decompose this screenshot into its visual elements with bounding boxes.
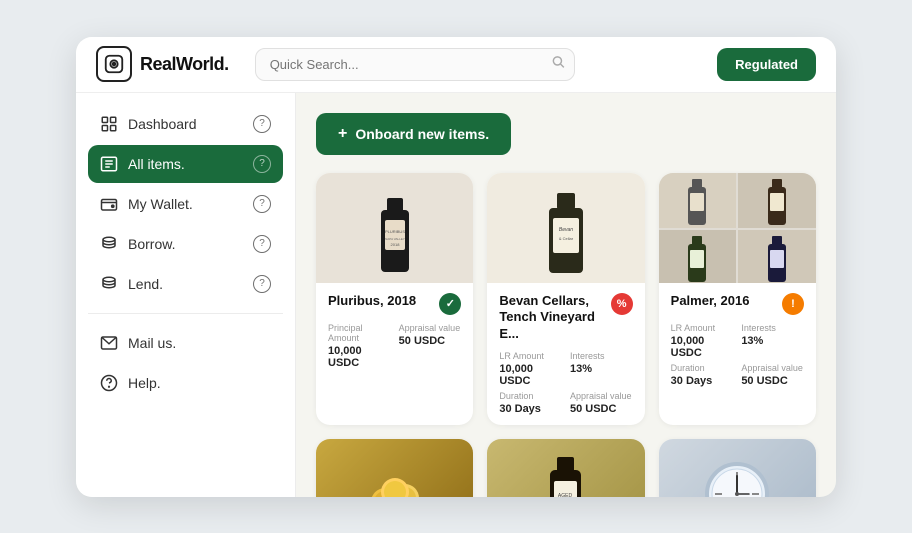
sidebar-item-my-wallet[interactable]: My Wallet. ? bbox=[88, 185, 283, 223]
duration-value: 30 Days bbox=[499, 403, 562, 415]
appraisal-value: 50 USDC bbox=[570, 403, 633, 415]
card-meta: Principal Amount 10,000 USDC Appraisal v… bbox=[328, 323, 461, 369]
duration-value: 30 Days bbox=[671, 375, 734, 387]
all-items-help-icon: ? bbox=[253, 155, 271, 173]
item-card-bevan[interactable]: Bevan & Cellar Bevan Cellars, Tench Vine… bbox=[487, 173, 644, 426]
svg-text:Bevan: Bevan bbox=[559, 227, 573, 233]
card-image-palmer bbox=[659, 173, 816, 283]
svg-text:PLURIBUS: PLURIBUS bbox=[385, 229, 405, 234]
sidebar: Dashboard ? All items. ? bbox=[76, 93, 296, 497]
duration-label: Duration bbox=[671, 363, 734, 373]
card-image-pluribus: PLURIBUS NAPA VALLEY 2018 bbox=[316, 173, 473, 283]
appraisal-label: Appraisal value bbox=[570, 391, 633, 401]
interests-label: Interests bbox=[741, 323, 804, 333]
appraisal-label: Appraisal value bbox=[741, 363, 804, 373]
appraisal-value: 50 USDC bbox=[741, 375, 804, 387]
sidebar-item-help[interactable]: Help. bbox=[88, 364, 283, 402]
sidebar-item-label: Help. bbox=[128, 375, 161, 391]
top-bar: RealWorld. Regulated bbox=[76, 37, 836, 93]
main-content: Dashboard ? All items. ? bbox=[76, 93, 836, 497]
svg-text:& Cellar: & Cellar bbox=[559, 236, 574, 241]
borrow-icon bbox=[100, 235, 118, 253]
status-badge-red: % bbox=[611, 293, 633, 315]
appraisal-value: 50 USDC bbox=[399, 335, 462, 347]
item-card-watch[interactable] bbox=[659, 439, 816, 496]
dashboard-help-icon: ? bbox=[253, 115, 271, 133]
lr-value: 10,000 USDC bbox=[499, 363, 562, 387]
svg-text:AGED: AGED bbox=[558, 493, 573, 497]
borrow-help-icon: ? bbox=[253, 235, 271, 253]
sidebar-item-dashboard[interactable]: Dashboard ? bbox=[88, 105, 283, 143]
bevan-bottle-svg: Bevan & Cellar bbox=[531, 178, 601, 278]
all-items-icon bbox=[100, 155, 118, 173]
lr-value: 10,000 USDC bbox=[671, 335, 734, 359]
principal-label: Principal Amount bbox=[328, 323, 391, 343]
sidebar-item-label: Borrow. bbox=[128, 236, 175, 252]
sidebar-item-label: My Wallet. bbox=[128, 196, 193, 212]
item-card-spirits[interactable]: AGED SPIRITS bbox=[487, 439, 644, 496]
lend-icon bbox=[100, 275, 118, 293]
sidebar-item-label: Lend. bbox=[128, 276, 163, 292]
status-badge-orange: ! bbox=[782, 293, 804, 315]
plus-icon: + bbox=[338, 125, 347, 143]
item-card-palmer[interactable]: Palmer, 2016 ! LR Amount 10,000 USDC Int… bbox=[659, 173, 816, 426]
mail-icon bbox=[100, 334, 118, 352]
principal-value: 10,000 USDC bbox=[328, 345, 391, 369]
app-window: RealWorld. Regulated bbox=[76, 37, 836, 497]
card-meta: LR Amount 10,000 USDC Interests 13% Dura… bbox=[671, 323, 804, 387]
card-body-bevan: Bevan Cellars, Tench Vineyard E... % LR … bbox=[487, 283, 644, 426]
search-input[interactable] bbox=[255, 48, 575, 81]
interests-label: Interests bbox=[570, 351, 633, 361]
logo-icon bbox=[96, 46, 132, 82]
card-image-watch bbox=[659, 439, 816, 496]
search-icon bbox=[551, 55, 565, 74]
item-card-gold[interactable] bbox=[316, 439, 473, 496]
svg-text:NAPA VALLEY: NAPA VALLEY bbox=[385, 237, 405, 241]
logo: RealWorld. bbox=[96, 46, 229, 82]
sidebar-item-mail[interactable]: Mail us. bbox=[88, 324, 283, 362]
content-area: + Onboard new items. PLURIBUS NAPA VALLE… bbox=[296, 93, 836, 497]
sidebar-item-label: Mail us. bbox=[128, 335, 176, 351]
card-title: Palmer, 2016 bbox=[671, 293, 750, 310]
card-image-gold bbox=[316, 439, 473, 496]
onboard-button[interactable]: + Onboard new items. bbox=[316, 113, 511, 155]
card-meta: LR Amount 10,000 USDC Interests 13% Dura… bbox=[499, 351, 632, 415]
wallet-help-icon: ? bbox=[253, 195, 271, 213]
sidebar-item-borrow[interactable]: Borrow. ? bbox=[88, 225, 283, 263]
svg-text:2018: 2018 bbox=[390, 242, 400, 247]
card-title: Bevan Cellars, Tench Vineyard E... bbox=[499, 293, 610, 344]
interests-value: 13% bbox=[570, 363, 633, 375]
help-circle-icon bbox=[100, 374, 118, 392]
sidebar-item-label: Dashboard bbox=[128, 116, 197, 132]
sidebar-item-all-items[interactable]: All items. ? bbox=[88, 145, 283, 183]
items-grid: PLURIBUS NAPA VALLEY 2018 Pluribus, 2018… bbox=[316, 173, 816, 497]
dashboard-icon bbox=[100, 115, 118, 133]
card-title: Pluribus, 2018 bbox=[328, 293, 416, 310]
search-bar[interactable] bbox=[255, 48, 575, 81]
lr-label: LR Amount bbox=[671, 323, 734, 333]
interests-value: 13% bbox=[741, 335, 804, 347]
item-card-pluribus[interactable]: PLURIBUS NAPA VALLEY 2018 Pluribus, 2018… bbox=[316, 173, 473, 426]
card-image-bevan: Bevan & Cellar bbox=[487, 173, 644, 283]
lr-label: LR Amount bbox=[499, 351, 562, 361]
lend-help-icon: ? bbox=[253, 275, 271, 293]
logo-text: RealWorld. bbox=[140, 54, 229, 75]
status-badge-green: ✓ bbox=[439, 293, 461, 315]
sidebar-item-lend[interactable]: Lend. ? bbox=[88, 265, 283, 303]
sidebar-divider bbox=[88, 313, 283, 314]
regulated-button[interactable]: Regulated bbox=[717, 48, 816, 81]
card-body-pluribus: Pluribus, 2018 ✓ Principal Amount 10,000… bbox=[316, 283, 473, 379]
appraisal-label: Appraisal value bbox=[399, 323, 462, 333]
sidebar-item-label: All items. bbox=[128, 156, 185, 172]
duration-label: Duration bbox=[499, 391, 562, 401]
card-image-spirits: AGED SPIRITS bbox=[487, 439, 644, 496]
wine-bottle-svg: PLURIBUS NAPA VALLEY 2018 bbox=[365, 178, 425, 278]
wallet-icon bbox=[100, 195, 118, 213]
card-body-palmer: Palmer, 2016 ! LR Amount 10,000 USDC Int… bbox=[659, 283, 816, 397]
